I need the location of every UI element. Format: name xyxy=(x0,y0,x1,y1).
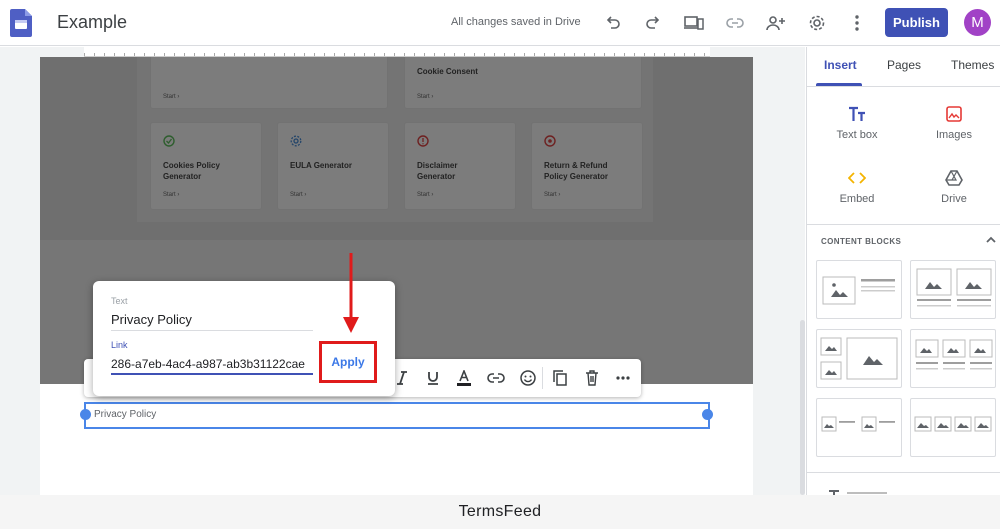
duplicate-icon[interactable] xyxy=(550,368,570,388)
link-field-label: Link xyxy=(111,340,128,350)
gear-icon xyxy=(290,135,302,147)
image-icon xyxy=(945,105,963,123)
site-page: Start › Cookie Consent Start › Cookies P… xyxy=(40,52,753,495)
insert-item-label: Embed xyxy=(839,193,875,205)
divider xyxy=(542,367,543,389)
settings-gear-icon[interactable] xyxy=(805,11,829,35)
italic-icon[interactable] xyxy=(392,368,412,388)
layout-block-gallery[interactable] xyxy=(816,329,902,388)
text-box-icon xyxy=(848,105,866,123)
link-url-input[interactable]: 286-a7eb-4ac4-a987-ab3b31122cae xyxy=(111,355,313,375)
top-bar: Example All changes saved in Drive Publi… xyxy=(0,0,1000,46)
more-vert-icon[interactable] xyxy=(845,11,869,35)
layout-block-three-columns[interactable] xyxy=(910,329,996,388)
card-title: Cookies Policy Generator xyxy=(163,161,220,181)
content-blocks-heading: CONTENT BLOCKS xyxy=(821,237,902,246)
underline-icon[interactable] xyxy=(423,368,443,388)
save-status: All changes saved in Drive xyxy=(451,16,581,28)
card-start: Start › xyxy=(163,192,180,198)
resize-handle-left[interactable] xyxy=(80,409,91,420)
apply-button[interactable]: Apply xyxy=(319,341,377,383)
card-title: Cookie Consent xyxy=(417,67,478,76)
card-disclaimer: Disclaimer Generator Start › xyxy=(404,122,516,210)
text-color-icon[interactable] xyxy=(454,368,474,388)
insert-item-label: Text box xyxy=(836,129,878,141)
delete-icon[interactable] xyxy=(582,368,602,388)
insert-text-box[interactable]: Text box xyxy=(810,105,900,155)
layout-block-two-images[interactable] xyxy=(910,260,996,319)
insert-images[interactable]: Images xyxy=(907,105,997,155)
drive-icon xyxy=(945,169,963,187)
side-panel: Insert Pages Themes Text box Images Embe… xyxy=(806,47,1000,495)
undo-icon[interactable] xyxy=(601,11,625,35)
text-field-underline xyxy=(111,330,313,331)
insert-embed[interactable]: Embed xyxy=(810,169,900,219)
insert-item-label: Drive xyxy=(941,193,967,205)
tab-insert[interactable]: Insert xyxy=(824,58,857,72)
publish-button[interactable]: Publish xyxy=(885,8,948,37)
text-field-label: Text xyxy=(111,296,128,306)
emoji-icon[interactable] xyxy=(518,368,538,388)
redo-icon[interactable] xyxy=(641,11,665,35)
card-cookies-policy: Cookies Policy Generator Start › xyxy=(150,122,262,210)
layout-block-image-list[interactable] xyxy=(816,398,902,457)
card-start: Start › xyxy=(290,192,307,198)
canvas-scrollbar[interactable] xyxy=(800,320,805,495)
divider xyxy=(807,86,1000,87)
sites-logo-icon[interactable] xyxy=(10,9,32,37)
insert-link-icon[interactable] xyxy=(486,368,506,388)
resize-handle-right[interactable] xyxy=(702,409,713,420)
card: Start › xyxy=(150,52,388,109)
share-add-person-icon[interactable] xyxy=(764,11,788,35)
layout-block-four-columns[interactable] xyxy=(910,398,996,457)
divider xyxy=(807,472,1000,473)
footer-text: TermsFeed xyxy=(458,503,542,520)
card-return-refund: Return & Refund Policy Generator Start › xyxy=(531,122,643,210)
tab-pages[interactable]: Pages xyxy=(887,58,921,72)
insert-item-label: Images xyxy=(935,129,973,141)
text-field-input[interactable]: Privacy Policy xyxy=(111,312,192,327)
chevron-up-icon[interactable] xyxy=(985,235,997,245)
card-start: Start › xyxy=(163,94,180,100)
document-title[interactable]: Example xyxy=(57,12,127,33)
cookie-icon xyxy=(163,135,175,147)
avatar[interactable]: M xyxy=(964,9,991,36)
link-icon[interactable] xyxy=(723,11,747,35)
tab-themes[interactable]: Themes xyxy=(951,58,994,72)
text-box-content[interactable]: Privacy Policy xyxy=(94,409,156,420)
card-title: Return & Refund Policy Generator xyxy=(544,161,609,181)
card-title: EULA Generator xyxy=(290,161,352,170)
ruler xyxy=(84,47,710,57)
preview-devices-icon[interactable] xyxy=(682,11,706,35)
card-start: Start › xyxy=(417,94,434,100)
red-arrow-annotation xyxy=(339,253,363,335)
card-cookie-consent: Cookie Consent Start › xyxy=(404,52,642,109)
alert-icon xyxy=(417,135,429,147)
apply-label: Apply xyxy=(331,355,365,369)
watermark-footer: TermsFeed xyxy=(0,495,1000,529)
card-title: Disclaimer Generator xyxy=(417,161,458,181)
divider xyxy=(807,224,1000,225)
refund-icon xyxy=(544,135,556,147)
generators-section[interactable]: Start › Cookie Consent Start › Cookies P… xyxy=(40,52,753,240)
embed-icon xyxy=(848,169,866,187)
card-start: Start › xyxy=(544,192,561,198)
more-horiz-icon[interactable] xyxy=(613,368,633,388)
editor-canvas: Start › Cookie Consent Start › Cookies P… xyxy=(0,47,805,495)
card-eula: EULA Generator Start › xyxy=(277,122,389,210)
layout-block-image-text[interactable] xyxy=(816,260,902,319)
insert-drive[interactable]: Drive xyxy=(907,169,997,219)
card-start: Start › xyxy=(417,192,434,198)
privacy-policy-text-box[interactable]: Privacy Policy xyxy=(84,402,710,429)
